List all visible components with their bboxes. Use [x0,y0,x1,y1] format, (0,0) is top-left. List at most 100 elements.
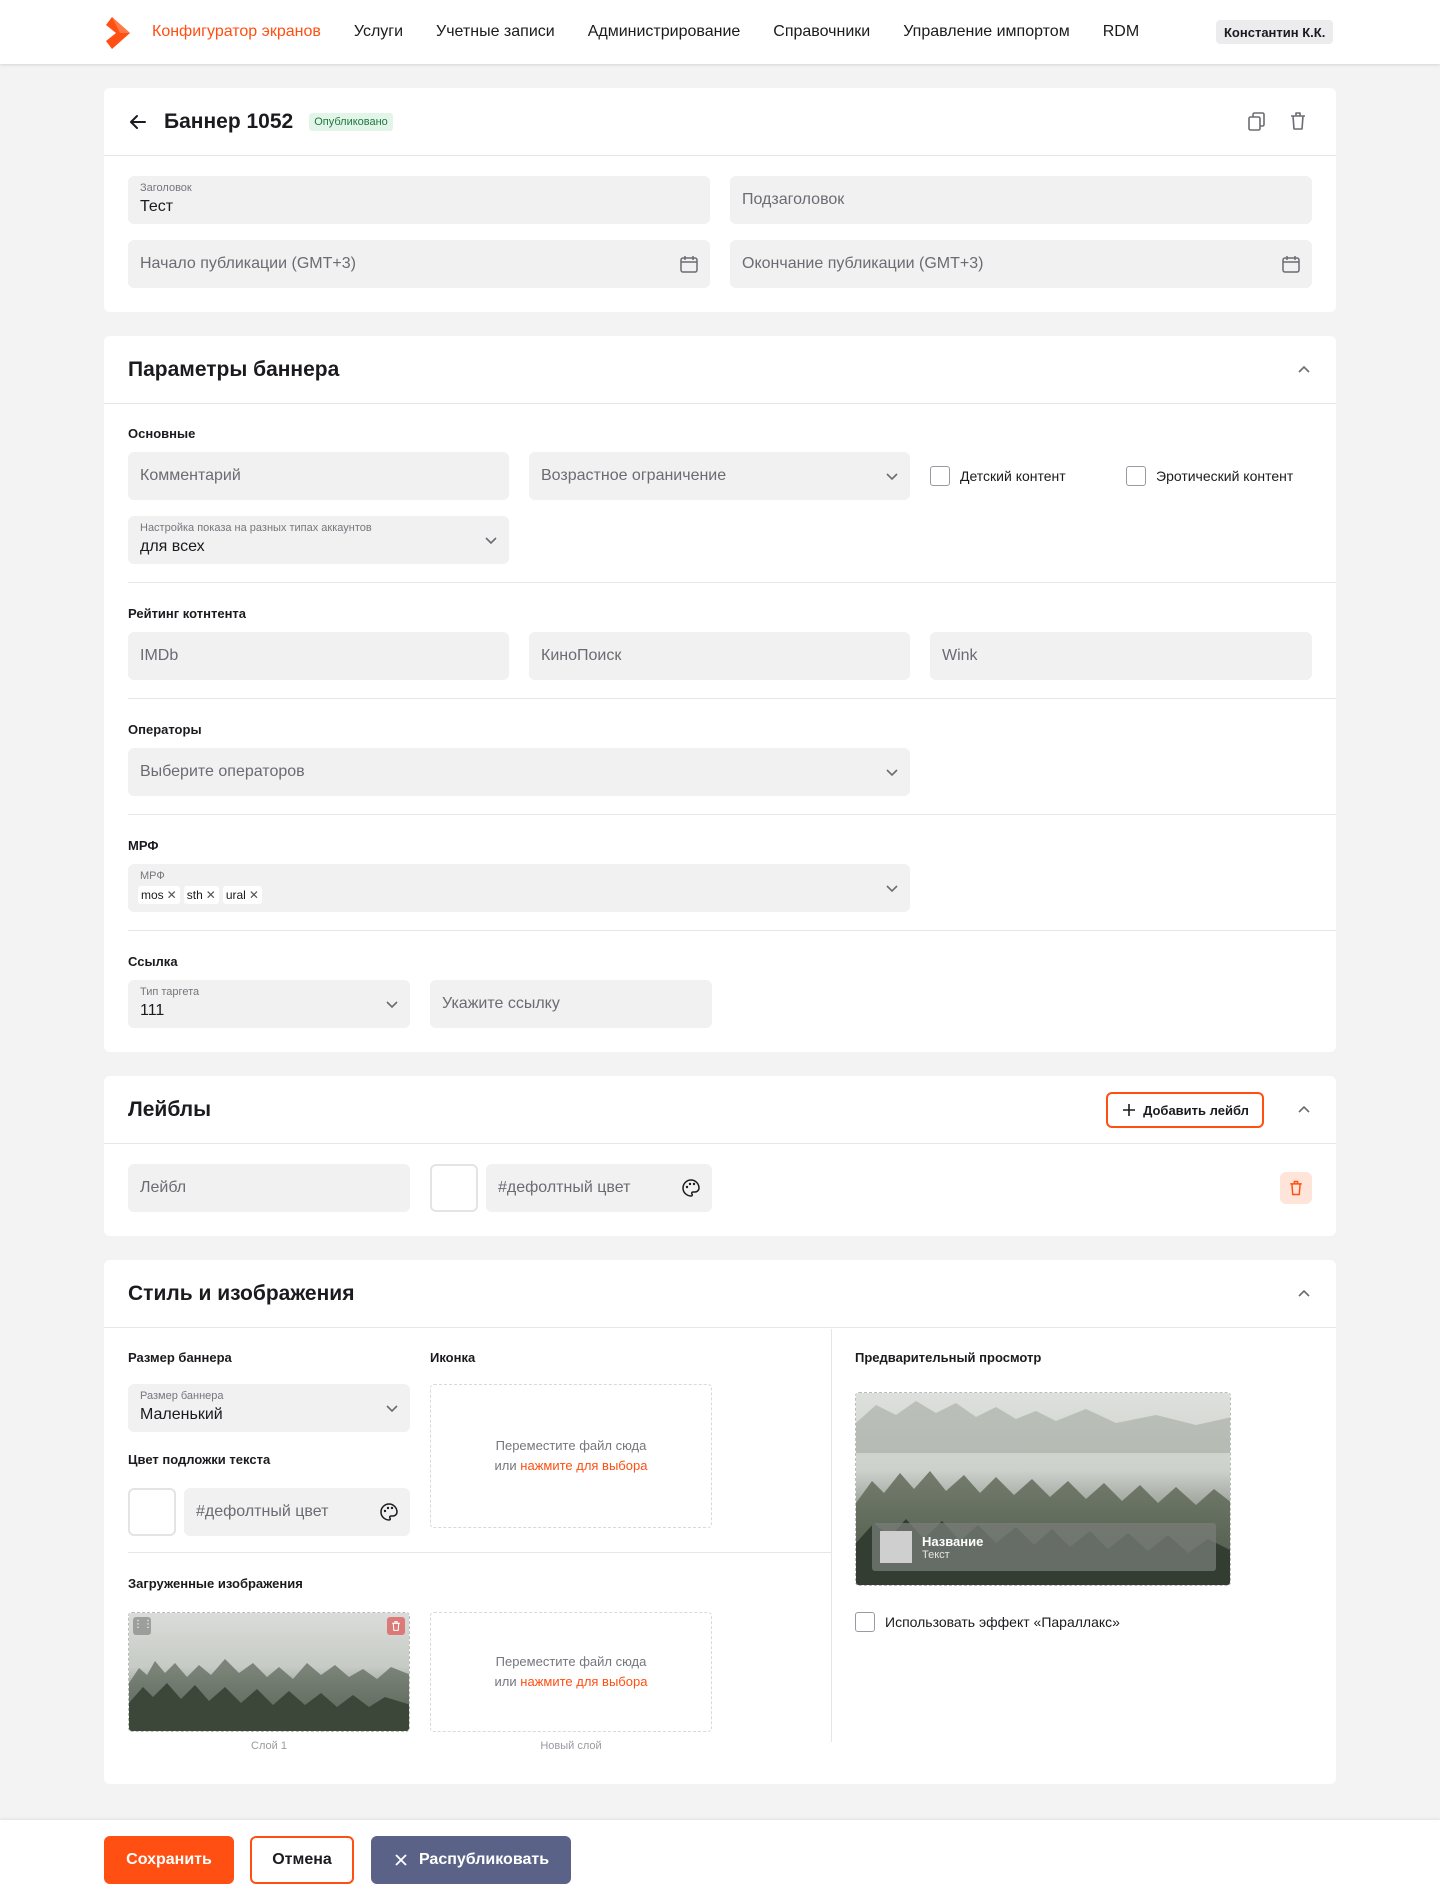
nav-item-dictionaries[interactable]: Справочники [773,23,870,41]
mrf-chip[interactable]: mos ✕ [138,886,180,904]
preview-label: Предварительный просмотр [855,1350,1042,1365]
account-types-select[interactable]: Настройка показа на разных типах аккаунт… [128,516,509,564]
chevron-up-icon[interactable] [1296,1286,1312,1302]
nav-item-accounts[interactable]: Учетные записи [436,23,555,41]
dropzone-select-link[interactable]: нажмите для выбора [520,1674,647,1689]
chevron-up-icon[interactable] [1296,362,1312,378]
kids-content-checkbox[interactable]: Детский контент [930,466,1066,486]
checkbox-box[interactable] [855,1612,875,1632]
comment-placeholder: Комментарий [140,467,241,484]
text-bg-color-field[interactable]: #дефолтный цвет [184,1488,410,1536]
nav-item-administration[interactable]: Администрирование [588,23,741,41]
checkbox-box[interactable] [930,466,950,486]
delete-label-button[interactable] [1280,1172,1312,1204]
wink-field[interactable]: Wink [930,632,1312,680]
nav-item-screen-configurator[interactable]: Конфигуратор экранов [152,23,321,41]
preview-icon-placeholder [880,1531,912,1563]
comment-field[interactable]: Комментарий [128,452,509,500]
chip-label: mos [141,888,164,902]
erotic-content-checkbox[interactable]: Эротический контент [1126,466,1293,486]
cancel-button[interactable]: Отмена [250,1836,354,1884]
banner-size-select[interactable]: Размер баннера Маленький [128,1384,410,1432]
user-menu[interactable]: Константин К.К. [1216,20,1334,44]
params-title: Параметры баннера [128,357,340,381]
new-layer-dropzone[interactable]: Переместите файл сюда или нажмите для вы… [430,1612,712,1732]
divider [128,1552,831,1553]
mrf-multiselect[interactable]: МРФ mos ✕ sth ✕ ural ✕ [128,864,910,912]
cancel-button-text: Отмена [272,1851,332,1868]
dropzone-text: Переместите файл сюда [495,1654,647,1669]
delete-layer-button[interactable] [387,1617,405,1635]
preview-text-overlay: Название Текст [872,1523,1216,1571]
link-section-label: Ссылка [128,954,178,969]
trash-icon [392,1621,400,1631]
headline-field[interactable]: Заголовок Тест [128,176,710,224]
mrf-chip[interactable]: sth ✕ [183,886,219,904]
operators-section-label: Операторы [128,722,202,737]
link-field[interactable]: Укажите ссылку [430,980,712,1028]
checkbox-box[interactable] [1126,466,1146,486]
subheadline-field[interactable]: Подзаголовок [730,176,1312,224]
headline-label: Заголовок [140,182,192,194]
close-icon[interactable]: ✕ [206,888,216,902]
close-icon [395,1854,407,1866]
unpublish-button-text: Распубликовать [418,1851,550,1868]
nav-item-rdm[interactable]: RDM [1103,23,1139,41]
style-images-card: Стиль и изображения Размер баннера Разме… [104,1260,1336,1784]
text-bg-color-swatch[interactable] [128,1488,176,1536]
banner-size-label: Размер баннера [128,1350,232,1365]
trash-icon[interactable] [1287,110,1309,132]
back-arrow-icon[interactable] [128,112,148,132]
labels-header[interactable]: Лейблы Добавить лейбл [104,1076,1336,1144]
layer-1-image[interactable]: ⋮⋮ [128,1612,410,1732]
chevron-down-icon [485,537,497,545]
logo-icon[interactable] [106,17,134,49]
publish-start-field[interactable]: Начало публикации (GMT+3) [128,240,710,288]
unpublish-button[interactable]: Распубликовать [371,1836,571,1884]
chevron-down-icon [886,769,898,777]
trash-icon [1290,1180,1302,1196]
kids-content-label: Детский контент [960,468,1066,484]
calendar-icon[interactable] [1280,253,1302,275]
headline-value: Тест [140,198,174,215]
chevron-up-icon[interactable] [1296,1102,1312,1118]
operators-select[interactable]: Выберите операторов [128,748,910,796]
palette-icon[interactable] [680,1177,702,1199]
preview-name: Название [922,1533,984,1549]
banner-header: Баннер 1052 Опубликовано [104,88,1336,156]
save-button[interactable]: Сохранить [104,1836,234,1884]
params-header[interactable]: Параметры баннера [104,336,1336,404]
label-name-field[interactable]: Лейбл [128,1164,410,1212]
style-header[interactable]: Стиль и изображения [104,1260,1336,1328]
divider [128,698,1336,699]
nav-item-services[interactable]: Услуги [354,23,403,41]
copy-icon[interactable] [1246,110,1268,132]
banner-size-value: Маленький [140,1406,223,1423]
target-type-select[interactable]: Тип таргета 111 [128,980,410,1028]
target-type-value: 111 [140,1002,165,1019]
palette-icon[interactable] [378,1501,400,1523]
nav-item-import-management[interactable]: Управление импортом [903,23,1069,41]
drag-handle-icon[interactable]: ⋮⋮ [133,1617,153,1635]
mrf-chip[interactable]: ural ✕ [222,886,262,904]
icon-dropzone[interactable]: Переместите файл сюда или нажмите для вы… [430,1384,712,1528]
add-label-button[interactable]: Добавить лейбл [1106,1092,1264,1128]
vertical-divider [831,1329,832,1742]
close-icon[interactable]: ✕ [167,888,177,902]
label-color-swatch[interactable] [430,1164,478,1212]
parallax-label: Использовать эффект «Параллакс» [885,1614,1120,1630]
publish-end-field[interactable]: Окончание публикации (GMT+3) [730,240,1312,288]
subheadline-placeholder: Подзаголовок [742,191,845,208]
kinopoisk-field[interactable]: КиноПоиск [529,632,910,680]
save-button-text: Сохранить [126,1851,212,1868]
age-restriction-select[interactable]: Возрастное ограничение [529,452,910,500]
parallax-checkbox[interactable]: Использовать эффект «Параллакс» [855,1612,1120,1632]
label-color-field[interactable]: #дефолтный цвет [486,1164,712,1212]
status-badge: Опубликовано [309,112,393,131]
main-nav: Конфигуратор экранов Услуги Учетные запи… [152,0,1172,64]
close-icon[interactable]: ✕ [249,888,259,902]
imdb-field[interactable]: IMDb [128,632,509,680]
calendar-icon[interactable] [678,253,700,275]
basic-section-label: Основные [128,426,196,441]
dropzone-select-link[interactable]: нажмите для выбора [520,1458,647,1473]
